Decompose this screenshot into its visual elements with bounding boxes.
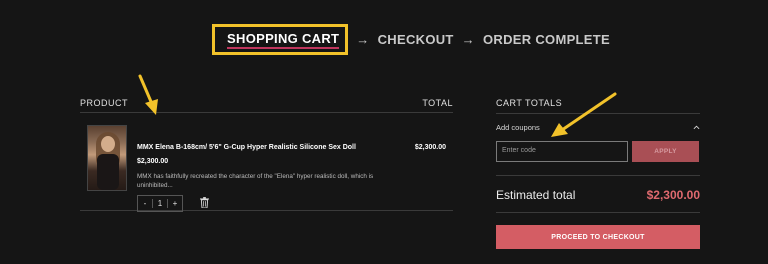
apply-coupon-button[interactable]: APPLY [632,141,699,162]
cart-totals-title: CART TOTALS [496,98,700,114]
coupon-form: Enter code APPLY [496,141,700,162]
step-arrow: → [461,32,475,47]
estimated-total-value: $2,300.00 [646,188,700,202]
step-shopping-cart-label: SHOPPING CART [227,31,340,49]
table-header: PRODUCT TOTAL [80,98,453,113]
coupon-toggle[interactable]: Add coupons [496,123,700,132]
product-description: MMX has faithfully recreated the charact… [137,173,374,189]
product-thumbnail[interactable] [87,125,127,191]
estimated-total-label: Estimated total [496,188,576,202]
total-column-header: TOTAL [422,98,453,108]
cart-totals: CART TOTALS Add coupons Enter code APPLY… [496,98,700,249]
product-name[interactable]: MMX Elena B-168cm/ 5'6" G-Cup Hyper Real… [137,144,356,151]
quantity-stepper: - 1 + [137,195,183,212]
cart-item-row: MMX Elena B-168cm/ 5'6" G-Cup Hyper Real… [80,113,453,212]
estimated-total-row: Estimated total $2,300.00 [496,185,700,205]
cart-table: PRODUCT TOTAL MMX Elena B-168cm/ 5'6" G-… [80,98,453,212]
step-order-complete: ORDER COMPLETE [482,32,610,47]
quantity-input[interactable]: 1 [152,199,168,208]
step-shopping-cart[interactable]: SHOPPING CART [212,24,349,55]
line-total: $2,300.00 [414,144,446,151]
quantity-decrease-button[interactable]: - [138,199,152,208]
coupon-code-input[interactable]: Enter code [496,141,628,162]
checkout-steps: SHOPPING CART → CHECKOUT → ORDER COMPLET… [0,24,768,55]
coupon-label: Add coupons [496,123,540,132]
proceed-to-checkout-button[interactable]: PROCEED TO CHECKOUT [496,225,700,249]
step-arrow: → [356,32,370,47]
step-checkout[interactable]: CHECKOUT [378,32,454,47]
product-column-header: PRODUCT [80,98,128,108]
product-price: $2,300.00 [137,158,169,165]
divider [496,212,700,213]
chevron-up-icon[interactable] [693,124,700,131]
quantity-increase-button[interactable]: + [168,199,182,208]
divider [496,175,700,176]
trash-icon[interactable] [200,197,209,208]
